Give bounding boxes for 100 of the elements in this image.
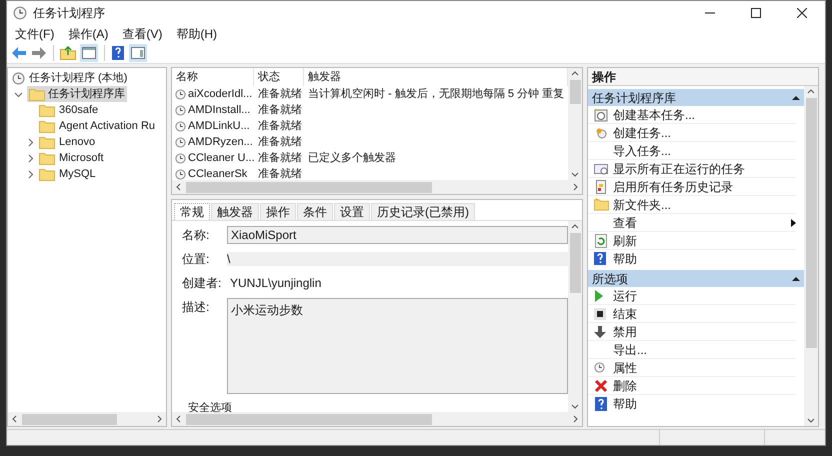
folder-icon [39,152,55,164]
action-item[interactable]: 帮助 [588,395,804,412]
field-label: 创建者: [182,275,222,292]
tree-item[interactable]: Lenovo [59,134,96,150]
stop-icon [594,308,606,320]
action-item[interactable]: 刷新 [588,232,804,249]
group-header[interactable]: 所选项 [588,270,804,287]
tree-item[interactable]: Agent Activation Ru [59,118,156,134]
tab[interactable]: 触发器 [211,203,259,220]
pane-title: 操作 [588,68,818,86]
forward-arrow-icon[interactable] [31,46,47,60]
clock-icon [175,120,186,132]
scroll-left-icon[interactable] [175,415,183,423]
group-title: 所选项 [592,270,628,288]
menu-item[interactable]: 帮助(H) [176,25,217,43]
scrollbar-thumb[interactable] [806,98,816,348]
tree-item[interactable]: 任务计划程序库 [27,86,127,102]
group-header[interactable]: 任务计划程序库 [588,89,804,106]
task-row[interactable]: AMDInstall... 准备就绪 [172,102,568,118]
collapse-icon[interactable] [792,276,800,282]
action-item[interactable]: 创建任务... [588,124,804,141]
new-folder-icon [594,198,609,211]
tab[interactable]: 历史记录(已禁用) [371,203,475,220]
task-row[interactable]: AMDRyzen... 准备就绪 [172,134,568,150]
scroll-right-icon[interactable] [571,183,579,191]
description-field[interactable]: 小米运动步数 [227,298,568,394]
app-clock-icon [13,6,27,20]
action-item[interactable]: 导出... [588,341,804,358]
folder-up-icon[interactable] [60,46,76,60]
chevron-right-icon[interactable] [26,138,35,146]
tab[interactable]: 操作 [260,203,296,220]
field-label: 名称: [182,227,210,244]
folder-icon [39,136,55,148]
action-item[interactable]: 运行 [588,287,804,304]
task-row[interactable]: aiXcoderIdl... 准备就绪 当计算机空闲时 - 触发后，无限期地每隔 5 分钟 重复 [172,86,568,102]
menu-item[interactable]: 文件(F) [15,25,54,43]
action-item[interactable]: 创建基本任务... [588,106,804,123]
chevron-right-icon[interactable] [26,170,35,178]
menu-item[interactable]: 操作(A) [68,25,108,43]
clock-icon [175,136,186,148]
tab[interactable]: 常规 [174,203,210,220]
maximize-icon[interactable] [751,8,761,18]
action-item[interactable]: 属性 [588,359,804,376]
action-item[interactable]: 显示所有正在运行的任务 [588,160,804,177]
name-field[interactable]: XiaoMiSport [227,226,568,244]
scrollbar-thumb[interactable] [570,233,580,293]
tree-item[interactable]: 360safe [59,102,98,118]
action-item[interactable]: 结束 [588,305,804,322]
delete-icon [594,378,608,392]
scrollbar-thumb[interactable] [22,414,117,424]
close-icon[interactable] [797,8,807,18]
task-row[interactable]: AMDLinkU... 准备就绪 [172,118,568,134]
task-name: AMDLinkU... [188,118,250,134]
tree-item[interactable]: 任务计划程序 (本地) [8,70,166,86]
task-trigger: 当计算机空闲时 - 触发后，无限期地每隔 5 分钟 重复 [307,86,564,102]
clock-icon [12,72,25,84]
window-title: 任务计划程序 [33,5,106,22]
tree-item[interactable]: MySQL [59,166,96,182]
tab[interactable]: 设置 [334,203,370,220]
chevron-right-icon[interactable] [26,154,35,162]
collapse-icon[interactable] [792,94,800,100]
task-status: 准备就绪 [257,150,303,166]
task-name: CCleaner U... [188,150,255,166]
scroll-left-icon[interactable] [11,415,19,423]
folder-icon [29,88,45,100]
chevron-down-icon[interactable] [14,90,23,98]
action-pane-toggle-icon[interactable] [129,44,147,62]
action-item[interactable]: 帮助 [588,250,804,267]
task-name: CCleanerSk [188,166,248,180]
task-row[interactable]: CCleaner U... 准备就绪 已定义多个触发器 [172,150,568,166]
task-status: 准备就绪 [257,102,303,118]
tab[interactable]: 条件 [297,203,333,220]
task-row[interactable]: CCleanerSk 准备就绪 [172,166,568,180]
action-item[interactable]: 查看 [588,214,804,231]
scrollbar-thumb[interactable] [186,414,432,424]
column-header[interactable]: 名称 [172,68,254,86]
action-item[interactable]: 删除 [588,377,804,394]
clock-icon [175,152,186,164]
down-arrow-icon [594,326,606,338]
action-item[interactable]: 禁用 [588,323,804,340]
help-icon[interactable] [111,45,125,61]
group-title: 任务计划程序库 [592,90,676,106]
scrollbar-thumb[interactable] [570,80,580,104]
task-trigger: 已定义多个触发器 [307,150,396,166]
action-item[interactable]: 启用所有任务历史记录 [588,178,804,195]
clock-icon [175,104,186,116]
scroll-right-icon[interactable] [571,415,579,423]
action-item[interactable]: 新文件夹... [588,196,804,213]
column-header[interactable]: 状态 [254,68,304,86]
action-item[interactable]: 导入任务... [588,142,804,159]
panel-toggle-icon[interactable] [80,44,98,62]
scroll-right-icon[interactable] [155,415,163,423]
task-status: 准备就绪 [257,166,303,180]
folder-icon [39,168,55,180]
back-arrow-icon[interactable] [11,46,27,60]
scroll-left-icon[interactable] [175,183,183,191]
location-field: \ [227,252,568,266]
tree-item[interactable]: Microsoft [59,150,104,166]
menu-item[interactable]: 查看(V) [122,25,162,43]
scrollbar-thumb[interactable] [186,182,432,192]
